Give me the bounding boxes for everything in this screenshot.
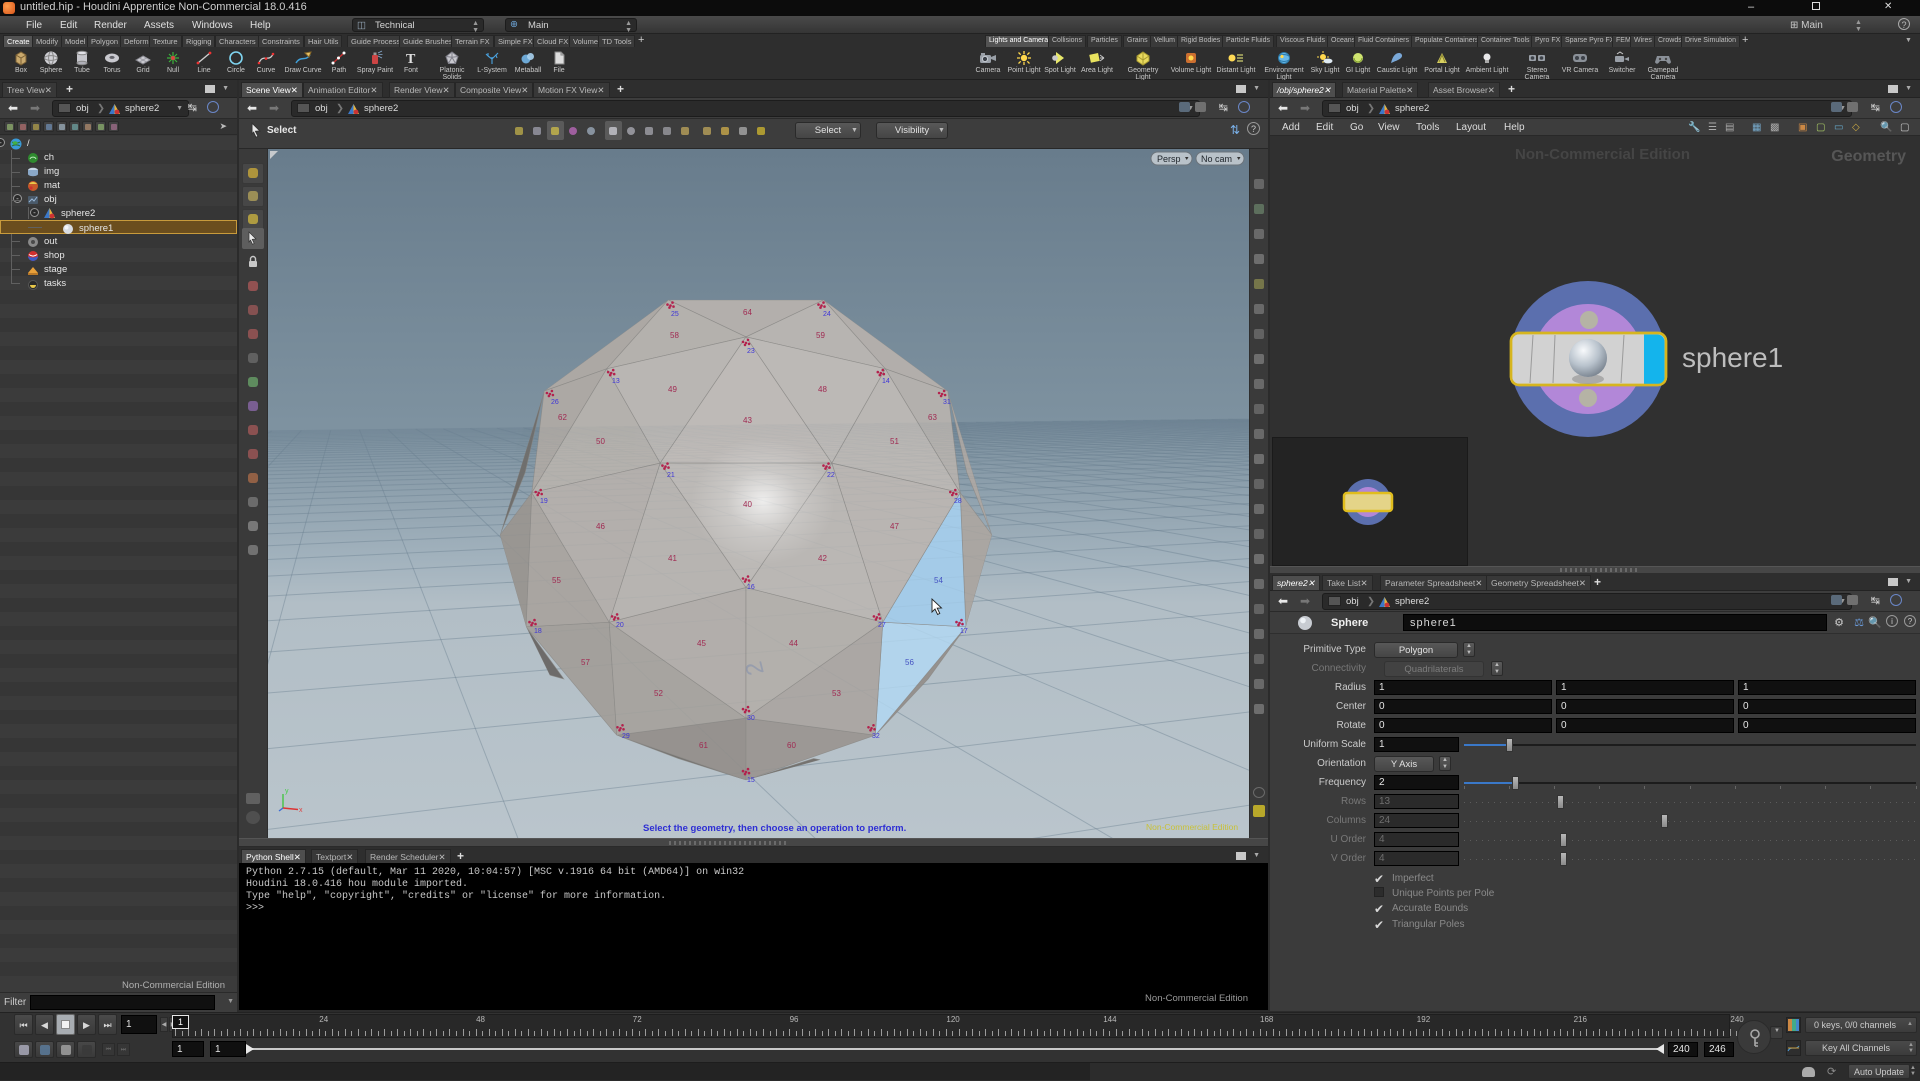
- svg-text:32: 32: [872, 733, 880, 740]
- svg-text:31: 31: [943, 399, 951, 406]
- svg-text:59: 59: [816, 331, 825, 340]
- svg-text:64: 64: [743, 308, 752, 317]
- svg-text:Non-Commercial Edition: Non-Commercial Edition: [1146, 822, 1238, 832]
- svg-text:48: 48: [818, 385, 827, 394]
- svg-text:y: y: [285, 788, 289, 795]
- svg-text:47: 47: [890, 522, 899, 531]
- svg-text:14: 14: [882, 378, 890, 385]
- svg-text:52: 52: [654, 689, 663, 698]
- svg-text:62: 62: [558, 413, 567, 422]
- svg-text:21: 21: [667, 472, 675, 479]
- svg-text:45: 45: [697, 639, 706, 648]
- svg-text:49: 49: [668, 385, 677, 394]
- svg-text:27: 27: [878, 622, 886, 629]
- svg-text:54: 54: [934, 576, 943, 585]
- svg-text:46: 46: [596, 522, 605, 531]
- svg-text:Select the geometry, then choo: Select the geometry, then choose an oper…: [643, 823, 906, 834]
- svg-text:30: 30: [747, 715, 755, 722]
- svg-text:No cam: No cam: [1201, 154, 1232, 164]
- svg-text:16: 16: [747, 584, 755, 591]
- svg-text:23: 23: [747, 348, 755, 355]
- svg-text:58: 58: [670, 331, 679, 340]
- svg-text:26: 26: [551, 399, 559, 406]
- svg-text:19: 19: [540, 498, 548, 505]
- svg-text:41: 41: [668, 554, 677, 563]
- svg-text:28: 28: [954, 498, 962, 505]
- svg-text:40: 40: [743, 500, 752, 509]
- svg-text:17: 17: [960, 628, 968, 635]
- svg-text:55: 55: [552, 576, 561, 585]
- svg-text:42: 42: [818, 554, 827, 563]
- svg-text:61: 61: [699, 741, 708, 750]
- svg-text:22: 22: [827, 472, 835, 479]
- svg-text:53: 53: [832, 689, 841, 698]
- svg-text:25: 25: [671, 311, 679, 318]
- svg-text:20: 20: [616, 622, 624, 629]
- svg-text:44: 44: [789, 639, 798, 648]
- svg-text:29: 29: [622, 733, 630, 740]
- svg-text:Persp: Persp: [1157, 154, 1181, 164]
- svg-text:60: 60: [787, 741, 796, 750]
- svg-text:51: 51: [890, 437, 899, 446]
- svg-text:x: x: [299, 807, 303, 814]
- svg-text:24: 24: [823, 311, 831, 318]
- svg-text:50: 50: [596, 437, 605, 446]
- svg-text:13: 13: [612, 378, 620, 385]
- svg-text:63: 63: [928, 413, 937, 422]
- svg-text:15: 15: [747, 777, 755, 784]
- svg-text:57: 57: [581, 658, 590, 667]
- svg-text:56: 56: [905, 658, 914, 667]
- svg-text:T: T: [406, 52, 416, 66]
- svg-text:43: 43: [743, 416, 752, 425]
- svg-text:18: 18: [534, 628, 542, 635]
